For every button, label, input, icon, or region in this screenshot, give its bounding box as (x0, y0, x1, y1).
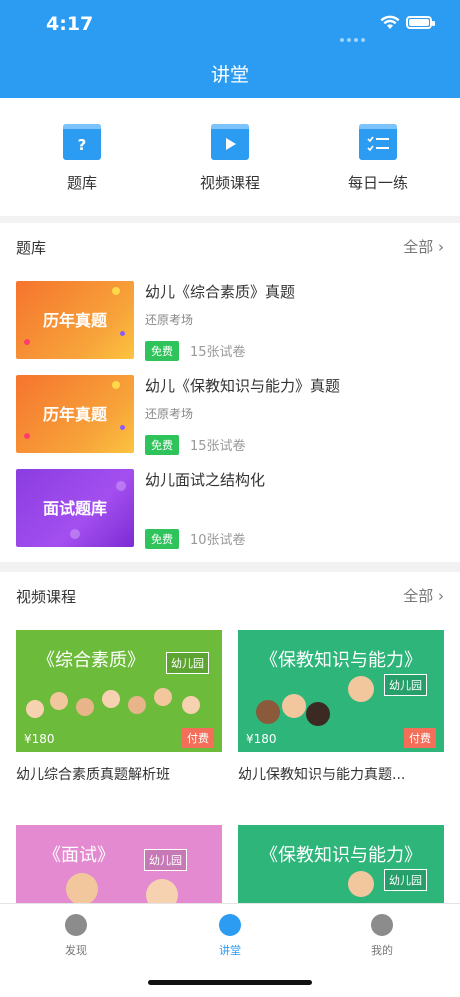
free-badge: 免费 (145, 341, 179, 361)
video-thumb-title: 《综合素质》 (37, 650, 145, 671)
paper-count: 15张试卷 (190, 345, 246, 360)
quick-entry-label: 每日一练 (347, 174, 408, 192)
checklist-icon (359, 124, 397, 160)
tab-label: 我的 (371, 944, 393, 957)
video-courses-more-button[interactable]: 全部 › (403, 585, 444, 606)
quick-entry-daily-practice[interactable]: 每日一练 (318, 124, 438, 193)
thumbnail: 历年真题 (16, 375, 134, 453)
profile-icon (371, 914, 393, 936)
kindergarten-tag: 幼儿园 (384, 674, 427, 696)
video-thumb-title: 《保教知识与能力》 (260, 845, 422, 866)
thumbnail-text: 历年真题 (42, 405, 107, 424)
status-time: 4:17 (46, 13, 94, 35)
chevron-right-icon: › (438, 587, 444, 605)
home-indicator (148, 980, 312, 985)
tab-lecture[interactable]: 讲堂 (170, 914, 290, 958)
thumbnail-text: 面试题库 (42, 499, 107, 518)
price-label: ¥180 (246, 732, 277, 746)
tab-profile[interactable]: 我的 (322, 914, 442, 958)
compass-icon (65, 914, 87, 936)
kindergarten-tag: 幼儿园 (384, 869, 427, 891)
list-item[interactable]: 历年真题 幼儿《综合素质》真题 还原考场 免费 15张试卷 (0, 265, 460, 361)
quick-entry-label: 视频课程 (199, 174, 260, 192)
free-badge: 免费 (145, 435, 179, 455)
top-bar: 4:17 讲堂 (0, 0, 460, 98)
section-title: 题库 (16, 239, 47, 257)
kindergarten-tag: 幼儿园 (144, 849, 187, 871)
video-thumb-title: 《保教知识与能力》 (260, 650, 422, 671)
item-title: 幼儿面试之结构化 (145, 471, 266, 489)
item-title: 幼儿《保教知识与能力》真题 (145, 377, 341, 395)
play-icon (211, 124, 249, 160)
list-item[interactable]: 面试题库 幼儿面试之结构化 免费 10张试卷 (0, 453, 460, 549)
paid-badge: 付费 (182, 728, 214, 748)
play-circle-icon (219, 914, 241, 936)
video-card[interactable]: 《保教知识与能力》 幼儿园 ¥180 付费 幼儿保教知识与能力真题... (238, 630, 444, 784)
tab-label: 讲堂 (219, 944, 241, 957)
quick-entries: ? 题库 视频课程 每日一练 (0, 98, 460, 216)
video-course-grid: 《综合素质》 幼儿园 ¥180 付费 幼儿综合素质真题解析班 《保教知识与能力》… (0, 613, 460, 903)
section-title: 视频课程 (16, 588, 77, 606)
battery-icon (406, 16, 435, 29)
signal-icon (340, 27, 376, 42)
thumbnail-text: 历年真题 (42, 311, 107, 330)
video-thumbnail: 《保教知识与能力》 幼儿园 (238, 825, 444, 903)
price-label: ¥180 (24, 732, 55, 746)
free-badge: 免费 (145, 529, 179, 549)
more-label: 全部 (403, 238, 434, 256)
item-subtitle: 还原考场 (145, 407, 194, 421)
video-title: 幼儿综合素质真题解析班 (16, 767, 170, 783)
list-item[interactable]: 历年真题 幼儿《保教知识与能力》真题 还原考场 免费 15张试卷 (0, 359, 460, 455)
paper-count: 10张试卷 (190, 533, 246, 548)
tab-label: 发现 (65, 944, 87, 957)
item-subtitle: 还原考场 (145, 313, 194, 327)
quick-entry-label: 题库 (66, 174, 97, 192)
thumbnail: 历年真题 (16, 281, 134, 359)
more-label: 全部 (403, 587, 434, 605)
page-title: 讲堂 (210, 64, 249, 86)
quick-entry-video-courses[interactable]: 视频课程 (170, 124, 290, 193)
question-bank-list: 历年真题 幼儿《综合素质》真题 还原考场 免费 15张试卷 历年真题 幼儿《保教… (0, 265, 460, 562)
chevron-right-icon: › (438, 238, 444, 256)
video-thumbnail: 《保教知识与能力》 幼儿园 ¥180 付费 (238, 630, 444, 752)
paper-count: 15张试卷 (190, 439, 246, 454)
kindergarten-tag: 幼儿园 (166, 652, 209, 674)
video-card[interactable]: 《面试》 幼儿园 (16, 825, 222, 903)
question-icon: ? (63, 124, 101, 160)
video-thumb-title: 《面试》 (43, 845, 115, 866)
tab-discover[interactable]: 发现 (16, 914, 136, 958)
video-thumbnail: 《面试》 幼儿园 (16, 825, 222, 903)
svg-text:?: ? (78, 136, 87, 154)
wifi-icon (380, 15, 400, 29)
question-bank-more-button[interactable]: 全部 › (403, 236, 444, 257)
video-thumbnail: 《综合素质》 幼儿园 ¥180 付费 (16, 630, 222, 752)
paid-badge: 付费 (404, 728, 436, 748)
video-title: 幼儿保教知识与能力真题... (238, 767, 406, 783)
thumbnail: 面试题库 (16, 469, 134, 547)
quick-entry-question-bank[interactable]: ? 题库 (22, 124, 142, 193)
video-card[interactable]: 《保教知识与能力》 幼儿园 (238, 825, 444, 903)
video-card[interactable]: 《综合素质》 幼儿园 ¥180 付费 幼儿综合素质真题解析班 (16, 630, 222, 784)
item-title: 幼儿《综合素质》真题 (145, 283, 296, 301)
